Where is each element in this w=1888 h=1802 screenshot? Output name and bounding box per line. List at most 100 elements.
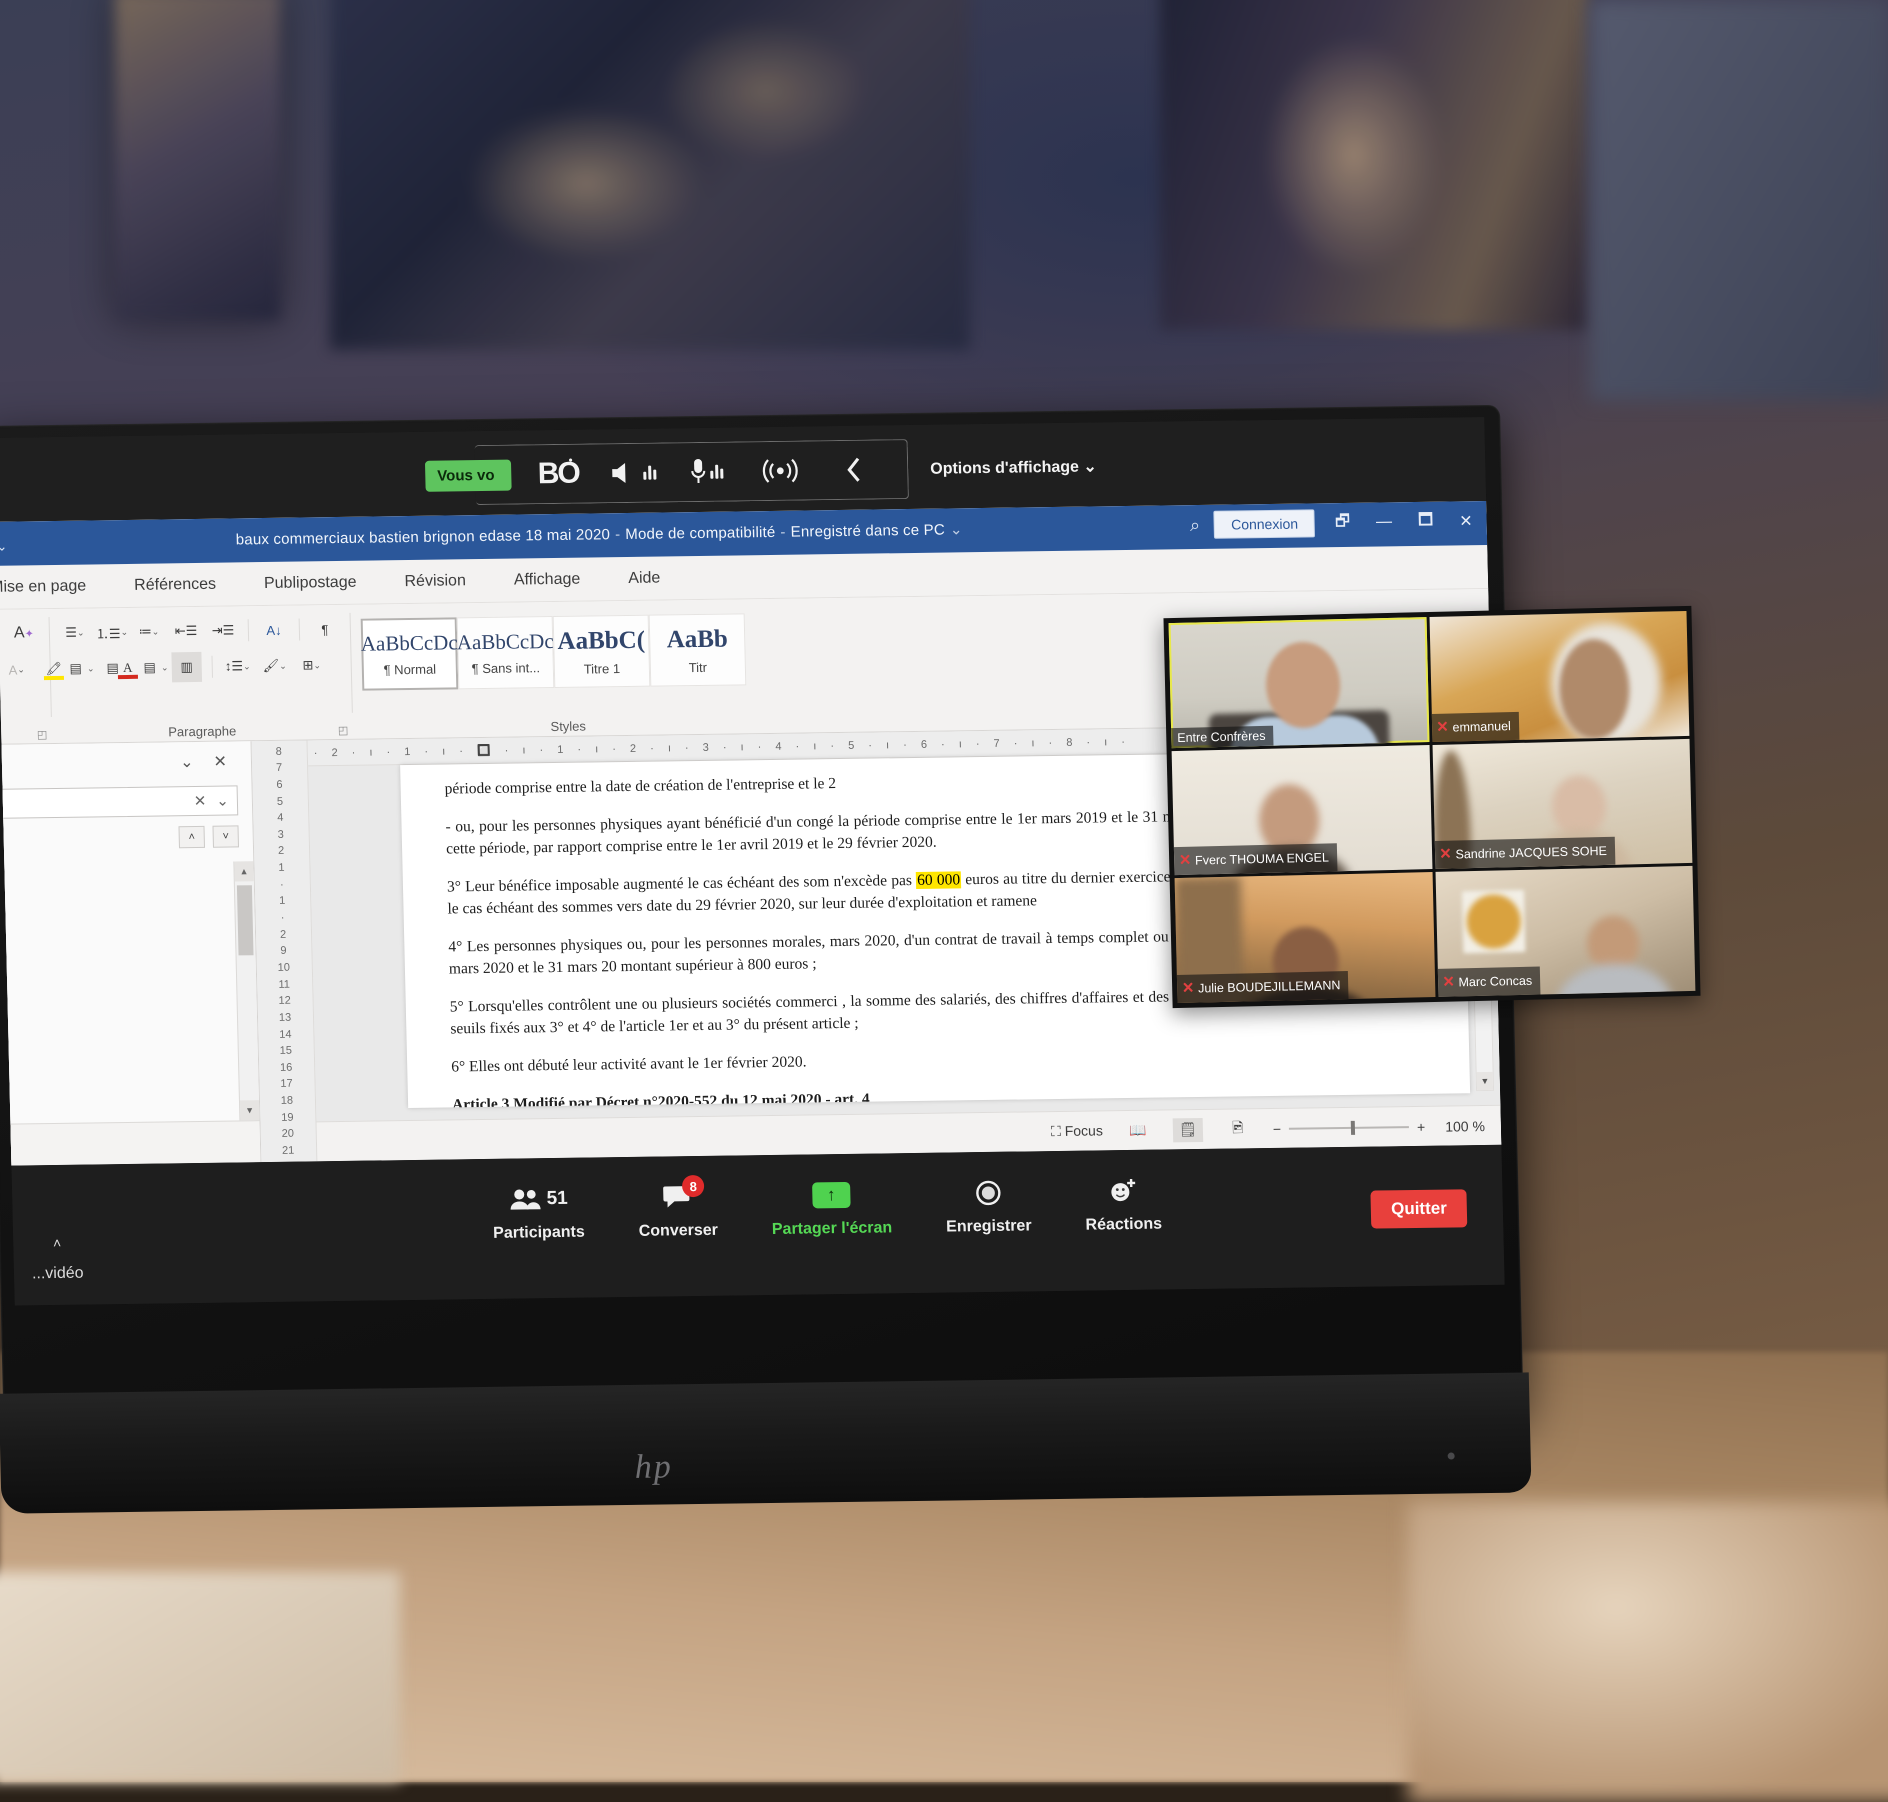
next-result-button[interactable]: ˅ <box>212 825 240 848</box>
clear-formatting-icon[interactable]: A ✦ <box>9 618 40 648</box>
reactions-button[interactable]: Réactions <box>1084 1174 1162 1235</box>
base-indicator-dot <box>1447 1452 1455 1460</box>
zoom-video-control[interactable]: ˄ ...vidéo <box>31 1235 84 1284</box>
nav-result-item[interactable]: rcée, n'excède pas 60 000er exercice clo… <box>0 903 241 953</box>
ribbon-tab-aide[interactable]: Aide <box>604 556 685 601</box>
style-titre-2[interactable]: AaBb Titr <box>648 613 747 687</box>
scroll-down-icon[interactable]: ▼ <box>1476 1071 1494 1091</box>
ribbon-tab-references[interactable]: Références <box>110 562 241 608</box>
search-caret-icon[interactable]: ⌄ <box>216 792 229 810</box>
participants-icon: 51 <box>508 1182 568 1217</box>
navpane-close-icon[interactable]: ✕ <box>213 752 227 772</box>
share-screen-button[interactable]: ↑ Partager l'écran <box>771 1177 893 1239</box>
navpane-search-input[interactable]: ✕ ⌄ <box>0 785 239 823</box>
chat-button[interactable]: 8 Converser <box>638 1174 719 1241</box>
broadcast-icon[interactable] <box>743 447 818 494</box>
navpane-collapse-icon[interactable]: ⌄ <box>180 752 194 772</box>
decrease-indent-icon[interactable]: ⇤☰ <box>171 616 202 646</box>
close-window-icon[interactable]: ✕ <box>1453 511 1479 531</box>
scroll-down-icon[interactable]: ▼ <box>239 1100 260 1121</box>
chevron-left-icon[interactable] <box>817 446 892 493</box>
you-are-sharing-pill: Vous vo <box>424 459 512 492</box>
align-right-icon[interactable]: ▤ <box>134 652 165 682</box>
zoom-in-button[interactable]: + <box>1417 1118 1426 1134</box>
zoom-knob[interactable] <box>1350 1120 1356 1135</box>
laptop-base <box>0 1372 1532 1514</box>
zoom-video-grid[interactable]: Entre Confrères 🗙 emmanuel 🗙 Fverc THOUM… <box>1163 605 1701 1009</box>
bang-olufsen-logo-icon[interactable]: BO • <box>521 450 596 497</box>
scroll-thumb[interactable] <box>236 885 254 956</box>
change-case-icon[interactable]: Aa⌄ <box>0 619 2 649</box>
ribbon-tab-affichage[interactable]: Affichage <box>489 557 604 603</box>
bullets-icon[interactable]: ☰ ⌄ <box>60 617 91 647</box>
sort-icon[interactable]: A↓ <box>259 615 290 645</box>
zoom-slider[interactable]: − + <box>1273 1118 1426 1136</box>
align-center-icon[interactable]: ▤ <box>97 653 128 683</box>
increase-indent-icon[interactable]: ⇥☰ <box>208 615 239 645</box>
video-tile-name: 🗙 emmanuel <box>1431 711 1520 742</box>
ribbon-tab-revision[interactable]: Révision <box>380 558 490 604</box>
microphone-icon[interactable] <box>669 448 744 495</box>
nav-result-item[interactable]: n nom propre, 60 000 euros. Cee conjoint… <box>0 967 243 1017</box>
align-left-icon[interactable]: ▤ <box>60 653 91 683</box>
shading-icon[interactable]: 🖌 ⌄ <box>259 651 290 681</box>
record-label: Enregistrer <box>946 1217 1032 1236</box>
search-highlight: 60 000 <box>915 871 962 889</box>
video-tile-name: 🗙 Marc Concas <box>1437 966 1541 997</box>
zoom-track[interactable] <box>1288 1120 1410 1135</box>
vertical-ruler: 87 65 43 21 · 1 · 2 9 10 11 12 13 14 15 16 17 1… <box>251 740 318 1163</box>
zoom-out-button[interactable]: − <box>1273 1120 1282 1136</box>
web-layout-icon[interactable]: 🖻 <box>1223 1117 1254 1141</box>
ribbon-tab-mise-en-page[interactable]: Mise en page <box>0 564 111 610</box>
borders-icon[interactable]: ⊞ ⌄ <box>296 650 327 680</box>
record-button[interactable]: Enregistrer <box>945 1175 1032 1236</box>
leave-meeting-button[interactable]: Quitter <box>1370 1189 1468 1229</box>
share-screen-label: Partager l'écran <box>771 1219 893 1238</box>
chevron-up-icon[interactable]: ˄ <box>53 1235 62 1251</box>
navpane-result-nav: ˄ ˅ <box>0 825 240 854</box>
ribbon-group-font: ...mond⌄ 10⌄ A˄ A˅ Aa⌄ A✦ I I S <box>0 609 169 748</box>
navpane-results-title: ...ésultats <box>0 863 240 890</box>
clear-search-icon[interactable]: ✕ <box>194 792 207 810</box>
video-tile[interactable]: 🗙 emmanuel <box>1429 610 1690 742</box>
ribbon-tab-publipostage[interactable]: Publipostage <box>239 560 381 606</box>
nav-result-item[interactable]: n nom propre, 60 000 euros. Cee conjoint… <box>0 1071 245 1121</box>
video-tile[interactable]: 🗙 Sandrine JACQUES SOHE <box>1432 738 1693 870</box>
style-titre-1[interactable]: AaBbC( Titre 1 <box>552 614 651 688</box>
show-formatting-marks-icon[interactable]: ¶ <box>310 614 341 644</box>
line-spacing-icon[interactable]: ↕☰ ⌄ <box>222 651 253 681</box>
style-normal[interactable]: AaBbCcDc ¶ Normal <box>361 617 459 691</box>
zoom-level-label[interactable]: 100 % <box>1445 1118 1485 1135</box>
print-layout-icon[interactable]: 🗒 <box>1172 1117 1204 1142</box>
video-tile-active-speaker[interactable]: Entre Confrères <box>1168 617 1429 748</box>
focus-mode-button[interactable]: ⛶ Focus <box>1051 1122 1103 1140</box>
participants-button[interactable]: 51 Participants <box>492 1182 585 1243</box>
video-tile[interactable]: 🗙 Fverc THOUMA ENGEL <box>1171 744 1432 876</box>
read-mode-icon[interactable]: 📖 <box>1123 1118 1154 1142</box>
wall-right <box>1590 0 1888 400</box>
search-icon[interactable]: ⌕ <box>1190 514 1201 535</box>
signin-button[interactable]: Connexion <box>1213 509 1316 539</box>
numbering-icon[interactable]: ⒈☰ ⌄ <box>96 617 128 647</box>
text-effects-icon[interactable]: A ⌄ <box>1 654 32 684</box>
restore-window-icon[interactable]: 🗗 <box>1329 509 1357 536</box>
style-sans-interligne[interactable]: AaBbCcDc ¶ Sans int... <box>457 616 555 690</box>
maximize-window-icon[interactable]: 🗖 <box>1412 508 1440 535</box>
minimize-window-icon[interactable]: — <box>1370 513 1398 531</box>
view-options-button[interactable]: Options d'affichage ⌄ <box>930 456 1097 478</box>
video-tile[interactable]: 🗙 Julie BOUDEJILLEMANN <box>1174 872 1435 1004</box>
ribbon-group-paragraph: ☰ ⌄ ⒈☰ ⌄ ≔ ⌄ ⇤☰ ⇥☰ A↓ ¶ ▤ ▤ ▤ ▥ ↕☰ ⌄ 🖌 ⌄… <box>49 605 352 743</box>
doc-heading: Article 3 Modifié par Décret n°2020-552 … <box>451 1090 870 1109</box>
speaker-icon[interactable] <box>595 449 670 496</box>
hp-logo: hp <box>634 1448 674 1486</box>
stop-video-label[interactable]: ...vidéo <box>32 1265 84 1284</box>
scroll-up-icon[interactable]: ▲ <box>234 861 254 882</box>
prev-result-button[interactable]: ˄ <box>178 825 206 849</box>
nav-result-item[interactable]: 00 euros par associé et <box>0 1030 244 1059</box>
paragraph-dialog-launcher[interactable]: ◰ <box>338 724 349 737</box>
font-dialog-launcher[interactable]: ◰ <box>37 728 48 741</box>
video-tile[interactable]: 🗙 Marc Concas <box>1435 866 1696 997</box>
video-tile-name: 🗙 Julie BOUDEJILLEMANN <box>1176 971 1349 1004</box>
multilevel-list-icon[interactable]: ≔ ⌄ <box>134 616 165 646</box>
justify-icon[interactable]: ▥ <box>171 651 203 683</box>
